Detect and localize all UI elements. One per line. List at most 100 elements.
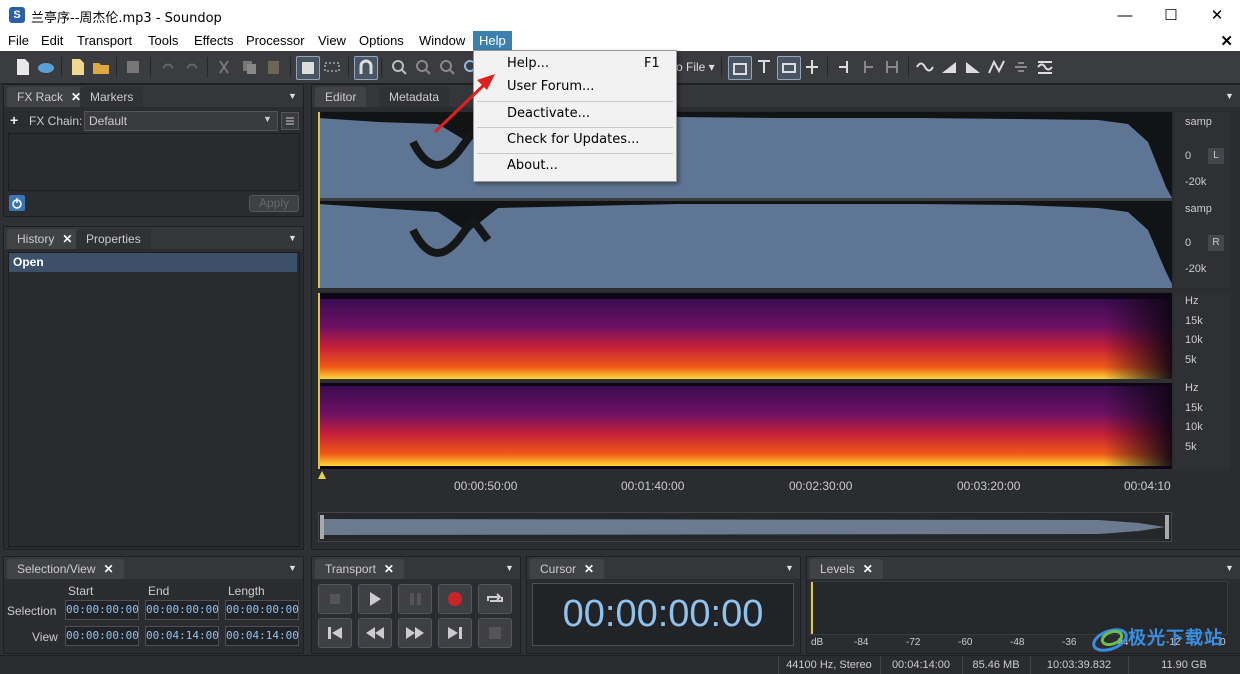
stop-button[interactable] <box>318 584 352 614</box>
overview-scrollbar[interactable] <box>318 512 1172 542</box>
go-to-start-button[interactable] <box>318 618 352 648</box>
close-button[interactable]: ✕ <box>1194 0 1240 31</box>
new-document-icon[interactable] <box>66 56 88 78</box>
redo-icon[interactable] <box>181 56 203 78</box>
playhead-marker[interactable] <box>318 471 1172 479</box>
cut-icon[interactable] <box>213 56 235 78</box>
marker-right-icon[interactable] <box>833 56 855 78</box>
paste-icon[interactable] <box>262 56 284 78</box>
header-start: Start <box>68 584 94 598</box>
add-effect-icon[interactable]: + <box>10 112 18 128</box>
panel-menu-icon[interactable]: ▼ <box>288 563 297 573</box>
panel-menu-icon[interactable]: ▼ <box>288 91 297 101</box>
copy-icon[interactable] <box>238 56 260 78</box>
file-dropdown[interactable]: o File ▾ <box>676 60 715 74</box>
normalize-icon[interactable] <box>1034 56 1056 78</box>
view-end-field[interactable]: 00:04:14:00 <box>145 626 219 646</box>
cursor-time-display[interactable]: 00:00:00:00 <box>532 583 794 646</box>
fade-out-icon[interactable] <box>962 56 984 78</box>
selection-start-field[interactable]: 00:00:00:00 <box>65 600 139 620</box>
tab-selection-view[interactable]: Selection/View ✕ <box>7 559 124 579</box>
maximize-button[interactable]: ☐ <box>1148 0 1194 31</box>
panel-menu-icon[interactable]: ▼ <box>1225 563 1234 573</box>
menu-transport[interactable]: Transport <box>71 31 138 51</box>
close-tab-icon[interactable]: ✕ <box>104 562 114 576</box>
record-button[interactable] <box>438 584 472 614</box>
menu-file[interactable]: File <box>2 31 35 51</box>
marker-range-icon[interactable] <box>881 56 903 78</box>
marker-left-icon[interactable] <box>857 56 879 78</box>
selection-end-field[interactable]: 00:00:00:00 <box>145 600 219 620</box>
tab-editor[interactable]: Editor <box>315 87 367 107</box>
save-icon[interactable] <box>122 56 144 78</box>
fade-in-icon[interactable] <box>938 56 960 78</box>
history-panel: History ✕ Properties ▼ Open <box>3 226 304 550</box>
tab-properties[interactable]: Properties <box>76 229 151 249</box>
selection-mode-icon[interactable] <box>296 56 320 80</box>
channel-right-button[interactable]: R <box>1208 235 1224 251</box>
play-button[interactable] <box>358 584 392 614</box>
apply-button[interactable]: Apply <box>249 195 299 212</box>
panel-menu-icon[interactable]: ▼ <box>785 563 794 573</box>
align-top-icon[interactable] <box>728 56 752 80</box>
panel-menu-icon[interactable]: ▼ <box>1225 91 1234 101</box>
tab-markers[interactable]: Markers <box>80 87 144 107</box>
menu-view[interactable]: View <box>312 31 352 51</box>
menu-tools[interactable]: Tools <box>142 31 184 51</box>
select-all-icon[interactable] <box>321 56 343 78</box>
menu-options[interactable]: Options <box>353 31 410 51</box>
align-middle-icon[interactable] <box>801 56 823 78</box>
fast-forward-button[interactable] <box>398 618 432 648</box>
menu-window[interactable]: Window <box>413 31 471 51</box>
tab-transport[interactable]: Transport ✕ <box>315 559 404 579</box>
fx-rack-panel: FX Rack ✕ Markers ▼ + FX Chain: Default ▼… <box>3 84 304 217</box>
level-tick: -48 <box>1010 637 1025 648</box>
record-monitor-button[interactable] <box>478 618 512 648</box>
new-file-icon[interactable] <box>11 56 33 78</box>
spectrogram-view[interactable] <box>318 293 1172 469</box>
open-folder-icon[interactable] <box>90 56 112 78</box>
view-start-field[interactable]: 00:00:00:00 <box>65 626 139 646</box>
loop-button[interactable] <box>478 584 512 614</box>
fx-chain-list[interactable] <box>8 133 300 191</box>
tab-history[interactable]: History ✕ <box>7 229 83 249</box>
history-item[interactable]: Open <box>9 253 297 272</box>
minimize-button[interactable]: — <box>1102 0 1148 31</box>
align-center-icon[interactable] <box>753 56 775 78</box>
fx-chain-select[interactable]: Default ▼ <box>84 111 278 131</box>
open-icon[interactable] <box>35 56 57 78</box>
go-to-end-button[interactable] <box>438 618 472 648</box>
panel-menu-icon[interactable]: ▼ <box>505 563 514 573</box>
selection-length-field[interactable]: 00:00:00:00 <box>225 600 299 620</box>
close-tab-icon[interactable]: ✕ <box>62 232 72 246</box>
close-tab-icon[interactable]: ✕ <box>584 562 594 576</box>
time-tick: 00:02:30:00 <box>789 479 853 493</box>
tab-fx-rack[interactable]: FX Rack ✕ <box>7 87 92 107</box>
undo-icon[interactable] <box>157 56 179 78</box>
snap-icon[interactable] <box>354 56 378 80</box>
menu-help[interactable]: Help <box>473 31 512 51</box>
menu-edit[interactable]: Edit <box>35 31 69 51</box>
channel-left-button[interactable]: L <box>1208 148 1224 164</box>
close-tab-icon[interactable]: ✕ <box>384 562 394 576</box>
timeline-ruler[interactable]: 00:00:50:00 00:01:40:00 00:02:30:00 00:0… <box>318 471 1172 505</box>
menu-item-about[interactable]: About... <box>474 154 676 178</box>
rewind-button[interactable] <box>358 618 392 648</box>
close-tab-icon[interactable]: ✕ <box>863 562 873 576</box>
view-length-field[interactable]: 00:04:14:00 <box>225 626 299 646</box>
pause-button[interactable] <box>398 584 432 614</box>
freq-tick: Hz <box>1185 382 1199 394</box>
sine-wave-icon[interactable] <box>914 56 936 78</box>
silence-icon[interactable] <box>1010 56 1032 78</box>
tab-cursor[interactable]: Cursor ✕ <box>530 559 605 579</box>
tab-levels[interactable]: Levels ✕ <box>810 559 883 579</box>
zoom-in-icon[interactable] <box>388 56 410 78</box>
power-icon[interactable] <box>9 195 25 211</box>
envelope-icon[interactable] <box>986 56 1008 78</box>
panel-menu-icon[interactable]: ▼ <box>288 233 297 243</box>
fx-list-icon[interactable] <box>281 112 299 130</box>
menu-effects[interactable]: Effects <box>188 31 240 51</box>
close-document-icon[interactable]: ✕ <box>1220 32 1233 50</box>
menu-processor[interactable]: Processor <box>240 31 311 51</box>
align-fit-icon[interactable] <box>777 56 801 80</box>
